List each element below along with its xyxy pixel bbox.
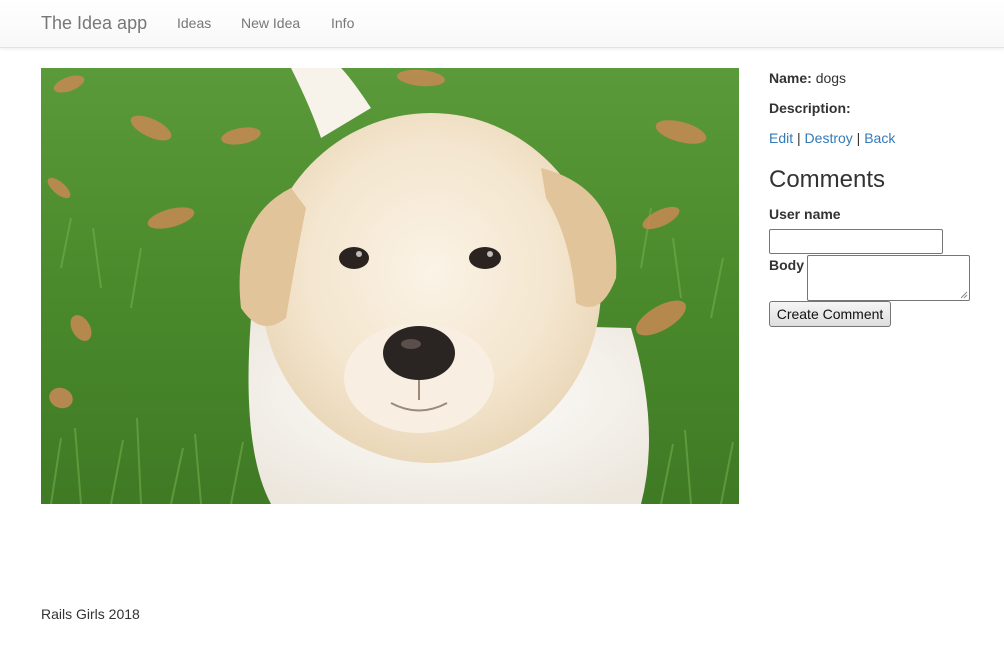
- idea-picture: [41, 68, 739, 504]
- nav-link-new-idea[interactable]: New Idea: [241, 15, 300, 31]
- separator: |: [856, 130, 861, 146]
- navbar: The Idea app Ideas New Idea Info: [0, 0, 1004, 48]
- user-name-label: User name: [769, 206, 841, 222]
- destroy-link[interactable]: Destroy: [805, 130, 853, 146]
- back-link[interactable]: Back: [864, 130, 895, 146]
- description-label: Description:: [769, 100, 851, 116]
- user-name-input[interactable]: [769, 229, 943, 254]
- body-label-row: Body: [769, 255, 804, 275]
- user-name-label-row: User name: [769, 204, 841, 224]
- name-label: Name:: [769, 70, 812, 86]
- create-comment-button[interactable]: Create Comment: [769, 301, 891, 327]
- separator: |: [797, 130, 801, 146]
- brand-link[interactable]: The Idea app: [41, 13, 147, 33]
- nav-link-info[interactable]: Info: [331, 15, 354, 31]
- resize-grip-icon[interactable]: [960, 291, 968, 299]
- name-value: dogs: [815, 70, 847, 86]
- name-row: Name: dogs: [769, 68, 846, 88]
- description-row: Description:: [769, 98, 851, 118]
- nav-link-ideas[interactable]: Ideas: [177, 15, 211, 31]
- comments-heading: Comments: [769, 166, 886, 193]
- action-links: Edit | Destroy | Back: [769, 128, 895, 148]
- body-textarea[interactable]: [807, 255, 970, 301]
- edit-link[interactable]: Edit: [769, 130, 793, 146]
- body-label: Body: [769, 257, 804, 273]
- footer-text: Rails Girls 2018: [41, 606, 140, 622]
